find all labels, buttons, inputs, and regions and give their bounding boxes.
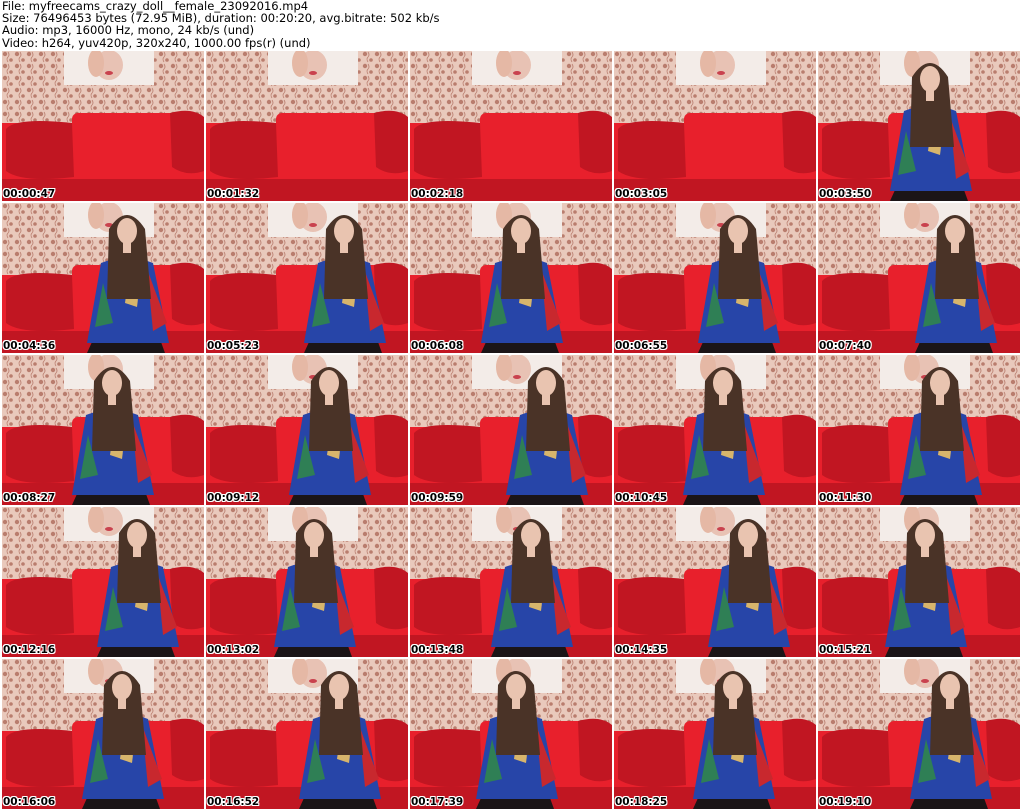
- thumbnail-timestamp: 00:03:50: [819, 188, 872, 200]
- video-thumbnail: 00:07:40: [818, 203, 1020, 353]
- thumbnail-frame: [614, 51, 816, 201]
- thumbnail-timestamp: 00:17:39: [411, 796, 464, 808]
- thumbnail-timestamp: 00:01:32: [207, 188, 260, 200]
- thumbnail-frame: [2, 51, 204, 201]
- thumbnail-timestamp: 00:09:59: [411, 492, 464, 504]
- thumbnail-frame: [2, 659, 204, 809]
- thumbnail-timestamp: 00:14:35: [615, 644, 668, 656]
- video-thumbnail: 00:14:35: [614, 507, 816, 657]
- video-thumbnail: 00:09:59: [410, 355, 612, 505]
- thumbnail-timestamp: 00:12:16: [3, 644, 56, 656]
- thumbnail-timestamp: 00:10:45: [615, 492, 668, 504]
- thumbnail-frame: [818, 355, 1020, 505]
- thumbnail-frame: [818, 51, 1020, 201]
- thumbnail-timestamp: 00:13:02: [207, 644, 260, 656]
- thumbnail-timestamp: 00:00:47: [3, 188, 56, 200]
- thumbnail-frame: [818, 659, 1020, 809]
- video-thumbnail: 00:16:06: [2, 659, 204, 809]
- thumbnail-frame: [614, 507, 816, 657]
- thumbnail-timestamp: 00:07:40: [819, 340, 872, 352]
- video-thumbnail: 00:15:21: [818, 507, 1020, 657]
- poster: [268, 51, 358, 85]
- poster: [64, 51, 154, 85]
- audio-info-line: Audio: mp3, 16000 Hz, mono, 24 kb/s (und…: [2, 23, 255, 38]
- thumbnail-frame: [614, 203, 816, 353]
- thumbnail-frame: [2, 355, 204, 505]
- video-thumbnail: 00:03:50: [818, 51, 1020, 201]
- video-thumbnail: 00:12:16: [2, 507, 204, 657]
- thumbnail-frame: [410, 355, 612, 505]
- video-thumbnail: 00:09:12: [206, 355, 408, 505]
- poster: [676, 51, 766, 85]
- thumbnail-timestamp: 00:16:06: [3, 796, 56, 808]
- video-thumbnail: 00:04:36: [2, 203, 204, 353]
- thumbnail-timestamp: 00:09:12: [207, 492, 260, 504]
- video-thumbnail: 00:08:27: [2, 355, 204, 505]
- thumbnail-timestamp: 00:02:18: [411, 188, 464, 200]
- video-thumbnail: 00:18:25: [614, 659, 816, 809]
- video-thumbnail: 00:13:48: [410, 507, 612, 657]
- thumbnail-frame: [818, 203, 1020, 353]
- thumbnail-frame: [206, 507, 408, 657]
- thumbnail-frame: [206, 203, 408, 353]
- video-thumbnail: 00:10:45: [614, 355, 816, 505]
- thumbnail-frame: [2, 203, 204, 353]
- video-thumbnail: 00:16:52: [206, 659, 408, 809]
- thumbnail-frame: [2, 507, 204, 657]
- video-thumbnail: 00:02:18: [410, 51, 612, 201]
- video-thumbnail: 00:03:05: [614, 51, 816, 201]
- thumbnail-timestamp: 00:06:55: [615, 340, 668, 352]
- video-thumbnail: 00:01:32: [206, 51, 408, 201]
- video-thumbnail: 00:19:10: [818, 659, 1020, 809]
- thumbnail-grid: 00:00:47 00:01:32 00:02:18 00:03:05 00:03:50…: [2, 51, 1023, 811]
- thumbnail-timestamp: 00:03:05: [615, 188, 668, 200]
- video-thumbnail: 00:06:08: [410, 203, 612, 353]
- thumbnail-timestamp: 00:05:23: [207, 340, 260, 352]
- thumbnail-frame: [614, 355, 816, 505]
- thumbnail-frame: [206, 51, 408, 201]
- thumbnail-frame: [206, 355, 408, 505]
- thumbnail-timestamp: 00:19:10: [819, 796, 872, 808]
- thumbnail-timestamp: 00:11:30: [819, 492, 872, 504]
- info-header: File: myfreecams_crazy_doll__female_2309…: [2, 0, 1022, 50]
- thumbnail-frame: [410, 203, 612, 353]
- thumbnail-frame: [410, 507, 612, 657]
- thumbnail-frame: [818, 507, 1020, 657]
- thumbnail-frame: [410, 659, 612, 809]
- poster: [472, 51, 562, 85]
- video-thumbnail: 00:06:55: [614, 203, 816, 353]
- thumbnail-timestamp: 00:18:25: [615, 796, 668, 808]
- video-thumbnail: 00:17:39: [410, 659, 612, 809]
- thumbnail-timestamp: 00:16:52: [207, 796, 260, 808]
- thumbnail-timestamp: 00:15:21: [819, 644, 872, 656]
- thumbnail-frame: [614, 659, 816, 809]
- thumbnail-timestamp: 00:04:36: [3, 340, 56, 352]
- thumbnail-timestamp: 00:08:27: [3, 492, 56, 504]
- video-thumbnail: 00:00:47: [2, 51, 204, 201]
- thumbnail-frame: [206, 659, 408, 809]
- thumbnail-timestamp: 00:06:08: [411, 340, 464, 352]
- video-thumbnail: 00:13:02: [206, 507, 408, 657]
- thumbnail-timestamp: 00:13:48: [411, 644, 464, 656]
- thumbnail-frame: [410, 51, 612, 201]
- video-info-line: Video: h264, yuv420p, 320x240, 1000.00 f…: [2, 35, 311, 50]
- video-thumbnail: 00:05:23: [206, 203, 408, 353]
- video-thumbnail: 00:11:30: [818, 355, 1020, 505]
